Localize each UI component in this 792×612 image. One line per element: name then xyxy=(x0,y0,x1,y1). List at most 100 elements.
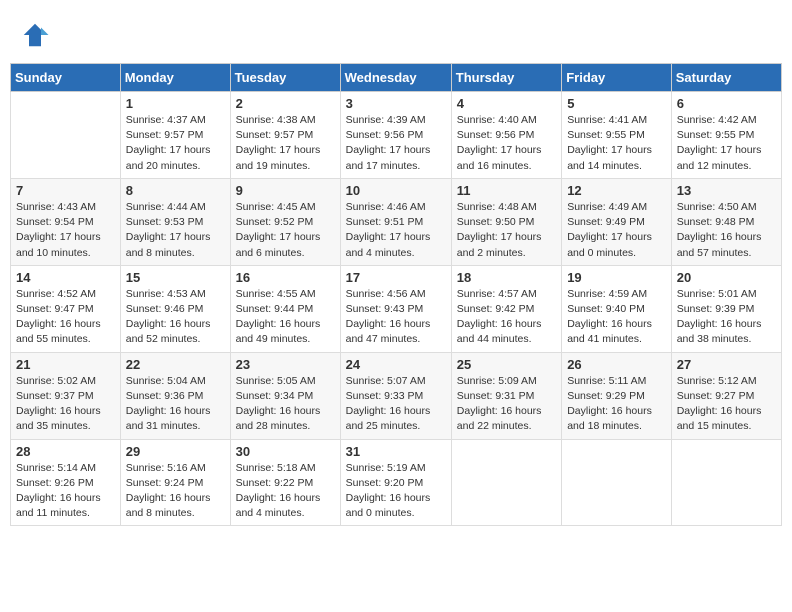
calendar-cell: 4 Sunrise: 4:40 AM Sunset: 9:56 PM Daylig… xyxy=(451,92,561,179)
day-info: Sunrise: 5:18 AM Sunset: 9:22 PM Dayligh… xyxy=(236,461,335,522)
calendar-cell: 8 Sunrise: 4:44 AM Sunset: 9:53 PM Daylig… xyxy=(120,178,230,265)
day-number: 14 xyxy=(16,270,115,285)
weekday-header-sunday: Sunday xyxy=(11,64,121,92)
day-info: Sunrise: 4:40 AM Sunset: 9:56 PM Dayligh… xyxy=(457,113,556,174)
calendar-cell: 5 Sunrise: 4:41 AM Sunset: 9:55 PM Daylig… xyxy=(562,92,672,179)
day-info: Sunrise: 5:05 AM Sunset: 9:34 PM Dayligh… xyxy=(236,374,335,435)
calendar-cell: 11 Sunrise: 4:48 AM Sunset: 9:50 PM Dayli… xyxy=(451,178,561,265)
logo xyxy=(20,20,54,50)
day-number: 6 xyxy=(677,96,776,111)
day-number: 7 xyxy=(16,183,115,198)
calendar-cell: 10 Sunrise: 4:46 AM Sunset: 9:51 PM Dayli… xyxy=(340,178,451,265)
day-info: Sunrise: 4:57 AM Sunset: 9:42 PM Dayligh… xyxy=(457,287,556,348)
day-number: 3 xyxy=(346,96,446,111)
day-number: 16 xyxy=(236,270,335,285)
day-number: 25 xyxy=(457,357,556,372)
weekday-header-monday: Monday xyxy=(120,64,230,92)
calendar-cell: 30 Sunrise: 5:18 AM Sunset: 9:22 PM Dayli… xyxy=(230,439,340,526)
logo-icon xyxy=(20,20,50,50)
day-number: 26 xyxy=(567,357,666,372)
day-number: 27 xyxy=(677,357,776,372)
calendar-cell: 25 Sunrise: 5:09 AM Sunset: 9:31 PM Dayli… xyxy=(451,352,561,439)
calendar-cell: 14 Sunrise: 4:52 AM Sunset: 9:47 PM Dayli… xyxy=(11,265,121,352)
day-info: Sunrise: 4:48 AM Sunset: 9:50 PM Dayligh… xyxy=(457,200,556,261)
day-number: 31 xyxy=(346,444,446,459)
day-number: 21 xyxy=(16,357,115,372)
day-number: 17 xyxy=(346,270,446,285)
day-number: 15 xyxy=(126,270,225,285)
calendar-cell xyxy=(11,92,121,179)
calendar-cell: 21 Sunrise: 5:02 AM Sunset: 9:37 PM Dayli… xyxy=(11,352,121,439)
day-number: 23 xyxy=(236,357,335,372)
calendar-cell: 31 Sunrise: 5:19 AM Sunset: 9:20 PM Dayli… xyxy=(340,439,451,526)
day-number: 11 xyxy=(457,183,556,198)
calendar-cell: 23 Sunrise: 5:05 AM Sunset: 9:34 PM Dayli… xyxy=(230,352,340,439)
calendar-cell xyxy=(671,439,781,526)
day-info: Sunrise: 4:45 AM Sunset: 9:52 PM Dayligh… xyxy=(236,200,335,261)
calendar-cell: 26Sunrise: 5:11 AM Sunset: 9:29 PM Dayli… xyxy=(562,352,672,439)
weekday-header-tuesday: Tuesday xyxy=(230,64,340,92)
day-number: 4 xyxy=(457,96,556,111)
day-number: 19 xyxy=(567,270,666,285)
day-info: Sunrise: 5:19 AM Sunset: 9:20 PM Dayligh… xyxy=(346,461,446,522)
day-info: Sunrise: 5:16 AM Sunset: 9:24 PM Dayligh… xyxy=(126,461,225,522)
calendar-cell: 6 Sunrise: 4:42 AM Sunset: 9:55 PM Daylig… xyxy=(671,92,781,179)
day-info: Sunrise: 4:46 AM Sunset: 9:51 PM Dayligh… xyxy=(346,200,446,261)
calendar-cell xyxy=(451,439,561,526)
day-info: Sunrise: 4:50 AM Sunset: 9:48 PM Dayligh… xyxy=(677,200,776,261)
day-number: 30 xyxy=(236,444,335,459)
weekday-header-thursday: Thursday xyxy=(451,64,561,92)
day-info: Sunrise: 4:42 AM Sunset: 9:55 PM Dayligh… xyxy=(677,113,776,174)
calendar-cell: 22 Sunrise: 5:04 AM Sunset: 9:36 PM Dayli… xyxy=(120,352,230,439)
day-number: 13 xyxy=(677,183,776,198)
day-info: Sunrise: 5:14 AM Sunset: 9:26 PM Dayligh… xyxy=(16,461,115,522)
page-header xyxy=(10,10,782,55)
calendar-cell: 19 Sunrise: 4:59 AM Sunset: 9:40 PM Dayli… xyxy=(562,265,672,352)
day-info: Sunrise: 4:52 AM Sunset: 9:47 PM Dayligh… xyxy=(16,287,115,348)
day-number: 10 xyxy=(346,183,446,198)
calendar-cell: 2 Sunrise: 4:38 AM Sunset: 9:57 PM Daylig… xyxy=(230,92,340,179)
calendar-cell: 24Sunrise: 5:07 AM Sunset: 9:33 PM Dayli… xyxy=(340,352,451,439)
week-row-1: 1 Sunrise: 4:37 AM Sunset: 9:57 PM Daylig… xyxy=(11,92,782,179)
calendar-cell: 28 Sunrise: 5:14 AM Sunset: 9:26 PM Dayli… xyxy=(11,439,121,526)
week-row-5: 28 Sunrise: 5:14 AM Sunset: 9:26 PM Dayli… xyxy=(11,439,782,526)
calendar-cell: 7 Sunrise: 4:43 AM Sunset: 9:54 PM Daylig… xyxy=(11,178,121,265)
day-info: Sunrise: 4:37 AM Sunset: 9:57 PM Dayligh… xyxy=(126,113,225,174)
day-number: 2 xyxy=(236,96,335,111)
day-info: Sunrise: 4:59 AM Sunset: 9:40 PM Dayligh… xyxy=(567,287,666,348)
week-row-2: 7 Sunrise: 4:43 AM Sunset: 9:54 PM Daylig… xyxy=(11,178,782,265)
day-info: Sunrise: 5:02 AM Sunset: 9:37 PM Dayligh… xyxy=(16,374,115,435)
calendar-cell: 15 Sunrise: 4:53 AM Sunset: 9:46 PM Dayli… xyxy=(120,265,230,352)
day-number: 5 xyxy=(567,96,666,111)
day-info: Sunrise: 4:44 AM Sunset: 9:53 PM Dayligh… xyxy=(126,200,225,261)
calendar-cell: 3 Sunrise: 4:39 AM Sunset: 9:56 PM Daylig… xyxy=(340,92,451,179)
day-number: 29 xyxy=(126,444,225,459)
day-info: Sunrise: 4:39 AM Sunset: 9:56 PM Dayligh… xyxy=(346,113,446,174)
weekday-header-wednesday: Wednesday xyxy=(340,64,451,92)
day-number: 8 xyxy=(126,183,225,198)
day-info: Sunrise: 5:01 AM Sunset: 9:39 PM Dayligh… xyxy=(677,287,776,348)
day-info: Sunrise: 4:53 AM Sunset: 9:46 PM Dayligh… xyxy=(126,287,225,348)
day-info: Sunrise: 5:04 AM Sunset: 9:36 PM Dayligh… xyxy=(126,374,225,435)
weekday-header-friday: Friday xyxy=(562,64,672,92)
day-info: Sunrise: 4:38 AM Sunset: 9:57 PM Dayligh… xyxy=(236,113,335,174)
calendar-cell: 16 Sunrise: 4:55 AM Sunset: 9:44 PM Dayli… xyxy=(230,265,340,352)
calendar-cell: 9 Sunrise: 4:45 AM Sunset: 9:52 PM Daylig… xyxy=(230,178,340,265)
day-info: Sunrise: 4:41 AM Sunset: 9:55 PM Dayligh… xyxy=(567,113,666,174)
day-number: 28 xyxy=(16,444,115,459)
calendar-cell: 20Sunrise: 5:01 AM Sunset: 9:39 PM Dayli… xyxy=(671,265,781,352)
day-info: Sunrise: 4:56 AM Sunset: 9:43 PM Dayligh… xyxy=(346,287,446,348)
day-info: Sunrise: 4:55 AM Sunset: 9:44 PM Dayligh… xyxy=(236,287,335,348)
day-number: 1 xyxy=(126,96,225,111)
day-info: Sunrise: 4:43 AM Sunset: 9:54 PM Dayligh… xyxy=(16,200,115,261)
calendar-table: SundayMondayTuesdayWednesdayThursdayFrid… xyxy=(10,63,782,526)
calendar-cell: 1 Sunrise: 4:37 AM Sunset: 9:57 PM Daylig… xyxy=(120,92,230,179)
day-number: 9 xyxy=(236,183,335,198)
calendar-cell: 18Sunrise: 4:57 AM Sunset: 9:42 PM Dayli… xyxy=(451,265,561,352)
day-info: Sunrise: 5:09 AM Sunset: 9:31 PM Dayligh… xyxy=(457,374,556,435)
week-row-4: 21 Sunrise: 5:02 AM Sunset: 9:37 PM Dayli… xyxy=(11,352,782,439)
day-number: 22 xyxy=(126,357,225,372)
calendar-cell: 27Sunrise: 5:12 AM Sunset: 9:27 PM Dayli… xyxy=(671,352,781,439)
calendar-cell: 29 Sunrise: 5:16 AM Sunset: 9:24 PM Dayli… xyxy=(120,439,230,526)
day-number: 24 xyxy=(346,357,446,372)
